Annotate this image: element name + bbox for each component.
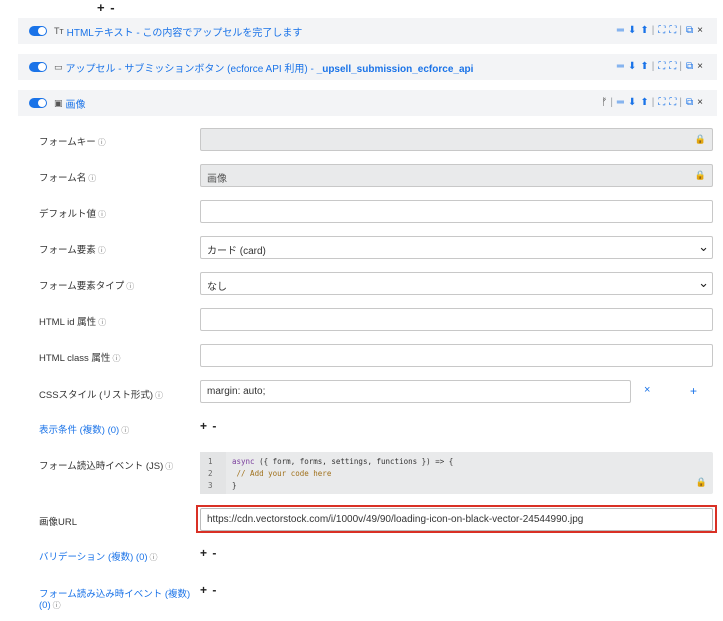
divider: | bbox=[651, 25, 655, 36]
on-form-load-events-label[interactable]: フォーム読み込み時イベント (複数) bbox=[39, 586, 190, 600]
form-element-type-label: フォーム要素タイプ ⓘ bbox=[39, 281, 135, 292]
code-line: 1 async ({ form, forms, settings, functio… bbox=[208, 457, 454, 466]
block-tools: ═ ⬇ ⬆ | ⛶ ⛶ | ⧉ × bbox=[613, 62, 717, 72]
info-icon[interactable]: ⓘ bbox=[155, 391, 163, 400]
lock-icon: 🔒 bbox=[694, 134, 706, 144]
divider: | bbox=[651, 97, 655, 108]
form-name-input: 画像 🔒 bbox=[200, 164, 713, 187]
html-id-label: HTML id 属性 ⓘ bbox=[39, 317, 107, 328]
form-key-input: 🔒 bbox=[200, 128, 713, 151]
default-value-label: デフォルト値 ⓘ bbox=[39, 209, 107, 220]
move-down-icon[interactable]: ⬇ bbox=[628, 62, 636, 72]
form-element-type-select[interactable]: なし ⌄ bbox=[200, 272, 713, 295]
html-class-input[interactable] bbox=[200, 344, 713, 367]
block-tools: ═ ⬇ ⬆ | ⛶ ⛶ | ⧉ × bbox=[613, 26, 717, 36]
drag-handle-icon[interactable]: ═ bbox=[617, 62, 624, 72]
display-condition-label[interactable]: 表示条件 (複数) (0) ⓘ bbox=[39, 422, 129, 436]
lock-icon: 🔒 bbox=[695, 478, 707, 488]
remove-css-item-button[interactable]: × bbox=[644, 384, 650, 396]
close-icon[interactable]: × bbox=[697, 62, 703, 72]
toggle-switch[interactable] bbox=[29, 62, 47, 72]
branch-icon[interactable]: ᚠ bbox=[601, 98, 607, 108]
info-icon[interactable]: ⓘ bbox=[121, 426, 129, 435]
chevron-down-icon: ⌄ bbox=[698, 239, 709, 254]
button-type-icon: ▭ bbox=[54, 61, 63, 72]
code-line: 3} bbox=[208, 481, 237, 490]
expand-icon[interactable]: ⛶ bbox=[669, 98, 676, 108]
html-class-label: HTML class 属性 ⓘ bbox=[39, 353, 121, 364]
html-id-input[interactable] bbox=[200, 308, 713, 331]
block-header-upsell-submission[interactable]: ▭ アップセル - サブミッションボタン (ecforce API 利用) - … bbox=[18, 54, 717, 80]
collapse-icon[interactable]: ⛶ bbox=[658, 62, 665, 72]
form-key-label: フォームキー ⓘ bbox=[39, 137, 106, 148]
block-tools: ᚠ | ═ ⬇ ⬆ | ⛶ ⛶ | ⧉ × bbox=[597, 98, 717, 108]
info-icon[interactable]: ⓘ bbox=[150, 553, 158, 562]
copy-icon[interactable]: ⧉ bbox=[686, 62, 693, 72]
info-icon[interactable]: ⓘ bbox=[98, 138, 106, 147]
divider: | bbox=[679, 97, 683, 108]
form-name-label: フォーム名 ⓘ bbox=[39, 173, 97, 184]
display-condition-controls[interactable]: + - bbox=[200, 419, 217, 433]
info-icon[interactable]: ⓘ bbox=[98, 246, 106, 255]
drag-handle-icon[interactable]: ═ bbox=[617, 98, 624, 108]
info-icon[interactable]: ⓘ bbox=[98, 318, 106, 327]
info-icon[interactable]: ⓘ bbox=[88, 174, 96, 183]
move-down-icon[interactable]: ⬇ bbox=[628, 26, 636, 36]
block-title[interactable]: 画像 bbox=[66, 96, 86, 111]
css-style-input[interactable]: margin: auto; bbox=[200, 380, 631, 403]
toggle-switch[interactable] bbox=[29, 26, 47, 36]
divider: | bbox=[679, 61, 683, 72]
chevron-down-icon: ⌄ bbox=[698, 275, 709, 290]
move-up-icon[interactable]: ⬆ bbox=[640, 62, 648, 72]
move-up-icon[interactable]: ⬆ bbox=[640, 26, 648, 36]
info-icon[interactable]: ⓘ bbox=[98, 210, 106, 219]
on-form-load-events-controls[interactable]: + - bbox=[200, 583, 217, 597]
copy-icon[interactable]: ⧉ bbox=[686, 26, 693, 36]
code-line: 2 // Add your code here bbox=[208, 469, 332, 478]
css-style-label: CSSスタイル (リスト形式) ⓘ bbox=[39, 390, 164, 401]
form-element-label: フォーム要素 ⓘ bbox=[39, 245, 106, 256]
on-form-load-events-count[interactable]: (0) ⓘ bbox=[39, 600, 61, 611]
expand-icon[interactable]: ⛶ bbox=[669, 62, 676, 72]
image-url-input[interactable]: https://cdn.vectorstock.com/i/1000v/49/9… bbox=[200, 508, 713, 531]
divider: | bbox=[679, 25, 683, 36]
image-type-icon: ▣ bbox=[54, 97, 63, 108]
form-element-select[interactable]: カード (card) ⌄ bbox=[200, 236, 713, 259]
info-icon[interactable]: ⓘ bbox=[126, 282, 134, 291]
top-add-remove-controls[interactable]: + - bbox=[97, 0, 116, 15]
toggle-switch[interactable] bbox=[29, 98, 47, 108]
default-value-input[interactable] bbox=[200, 200, 713, 223]
block-header-html-text[interactable]: Tт HTMLテキスト - この内容でアップセルを完了します ═ ⬇ ⬆ | ⛶… bbox=[18, 18, 717, 44]
info-icon[interactable]: ⓘ bbox=[53, 601, 61, 610]
collapse-icon[interactable]: ⛶ bbox=[658, 98, 665, 108]
collapse-icon[interactable]: ⛶ bbox=[658, 26, 665, 36]
validation-label[interactable]: バリデーション (複数) (0) ⓘ bbox=[39, 549, 158, 563]
text-type-icon: Tт bbox=[54, 26, 64, 36]
divider: | bbox=[651, 61, 655, 72]
code-editor: 1 async ({ form, forms, settings, functio… bbox=[200, 452, 713, 494]
move-down-icon[interactable]: ⬇ bbox=[628, 98, 636, 108]
move-up-icon[interactable]: ⬆ bbox=[640, 98, 648, 108]
drag-handle-icon[interactable]: ═ bbox=[617, 26, 624, 36]
close-icon[interactable]: × bbox=[697, 98, 703, 108]
on-load-event-label: フォーム読込時イベント (JS) ⓘ bbox=[39, 461, 174, 472]
info-icon[interactable]: ⓘ bbox=[165, 462, 173, 471]
block-header-image[interactable]: ▣ 画像 ᚠ | ═ ⬇ ⬆ | ⛶ ⛶ | ⧉ × bbox=[18, 90, 717, 116]
copy-icon[interactable]: ⧉ bbox=[686, 98, 693, 108]
block-title[interactable]: アップセル - サブミッションボタン (ecforce API 利用) - _u… bbox=[66, 60, 474, 75]
add-css-item-button[interactable]: + bbox=[690, 384, 697, 398]
validation-controls[interactable]: + - bbox=[200, 546, 217, 560]
block-title[interactable]: HTMLテキスト - この内容でアップセルを完了します bbox=[67, 24, 303, 39]
info-icon[interactable]: ⓘ bbox=[112, 354, 120, 363]
expand-icon[interactable]: ⛶ bbox=[669, 26, 676, 36]
divider: | bbox=[610, 97, 613, 108]
close-icon[interactable]: × bbox=[697, 26, 703, 36]
image-url-label: 画像URL bbox=[39, 517, 78, 528]
lock-icon: 🔒 bbox=[694, 170, 706, 180]
